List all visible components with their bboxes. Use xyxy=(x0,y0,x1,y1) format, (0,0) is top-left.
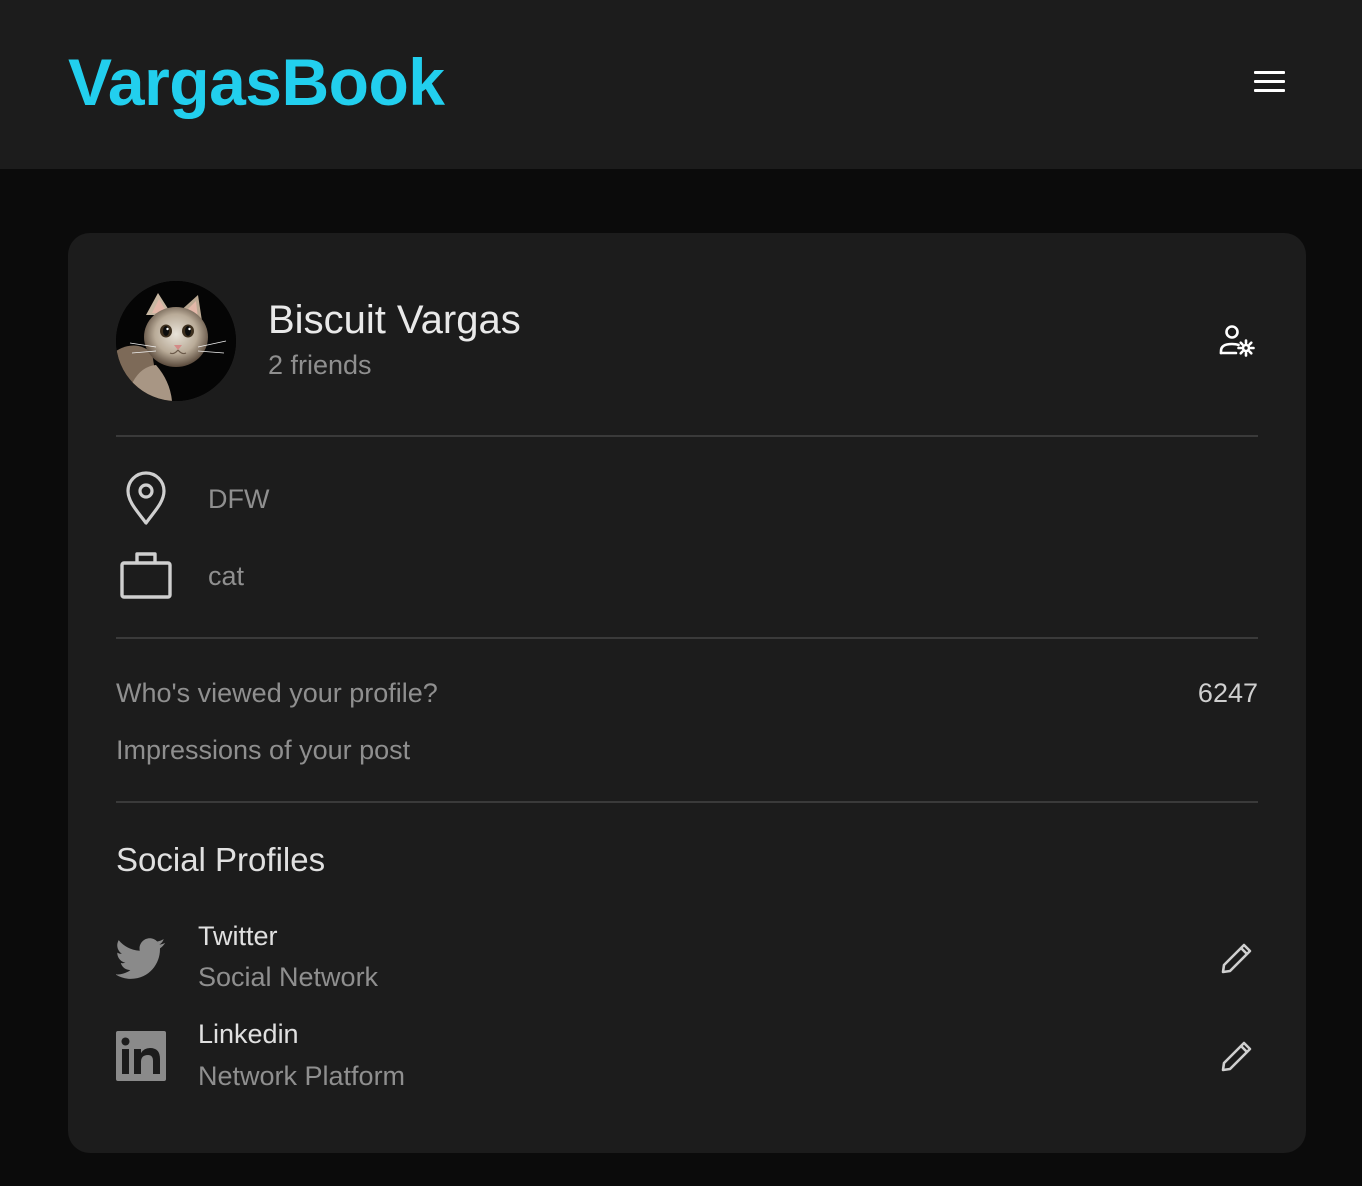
divider xyxy=(116,801,1258,803)
briefcase-icon xyxy=(116,547,176,607)
top-navbar: VargasBook xyxy=(0,0,1362,169)
social-item-subtitle: Network Platform xyxy=(198,1061,406,1091)
occupation-text: cat xyxy=(208,561,245,591)
user-settings-icon[interactable] xyxy=(1212,319,1262,365)
social-item-name: Twitter xyxy=(198,921,278,951)
linkedin-icon xyxy=(116,1031,166,1081)
location-pin-icon xyxy=(116,469,176,529)
divider xyxy=(116,435,1258,437)
post-impressions-label[interactable]: Impressions of your post xyxy=(116,734,410,766)
divider xyxy=(116,637,1258,639)
profile-views-label[interactable]: Who's viewed your profile? xyxy=(116,677,438,709)
brand-logo-text[interactable]: VargasBook xyxy=(68,46,445,118)
social-profiles-heading: Social Profiles xyxy=(116,841,326,878)
twitter-icon xyxy=(115,933,166,983)
hamburger-menu-icon[interactable] xyxy=(1246,64,1292,102)
friends-count[interactable]: 2 friends xyxy=(268,349,372,381)
location-text: DFW xyxy=(208,484,270,514)
social-item-name: Linkedin xyxy=(198,1019,299,1049)
profile-card: Biscuit Vargas 2 friends DFW cat Who's v… xyxy=(68,233,1306,1153)
edit-linkedin-pencil-icon[interactable] xyxy=(1214,1033,1260,1079)
edit-twitter-pencil-icon[interactable] xyxy=(1214,935,1260,981)
social-item-subtitle: Social Network xyxy=(198,962,379,992)
profile-views-count: 6247 xyxy=(1197,678,1258,708)
profile-name: Biscuit Vargas xyxy=(268,298,521,342)
avatar xyxy=(116,281,236,401)
cat-avatar-image xyxy=(116,281,236,401)
